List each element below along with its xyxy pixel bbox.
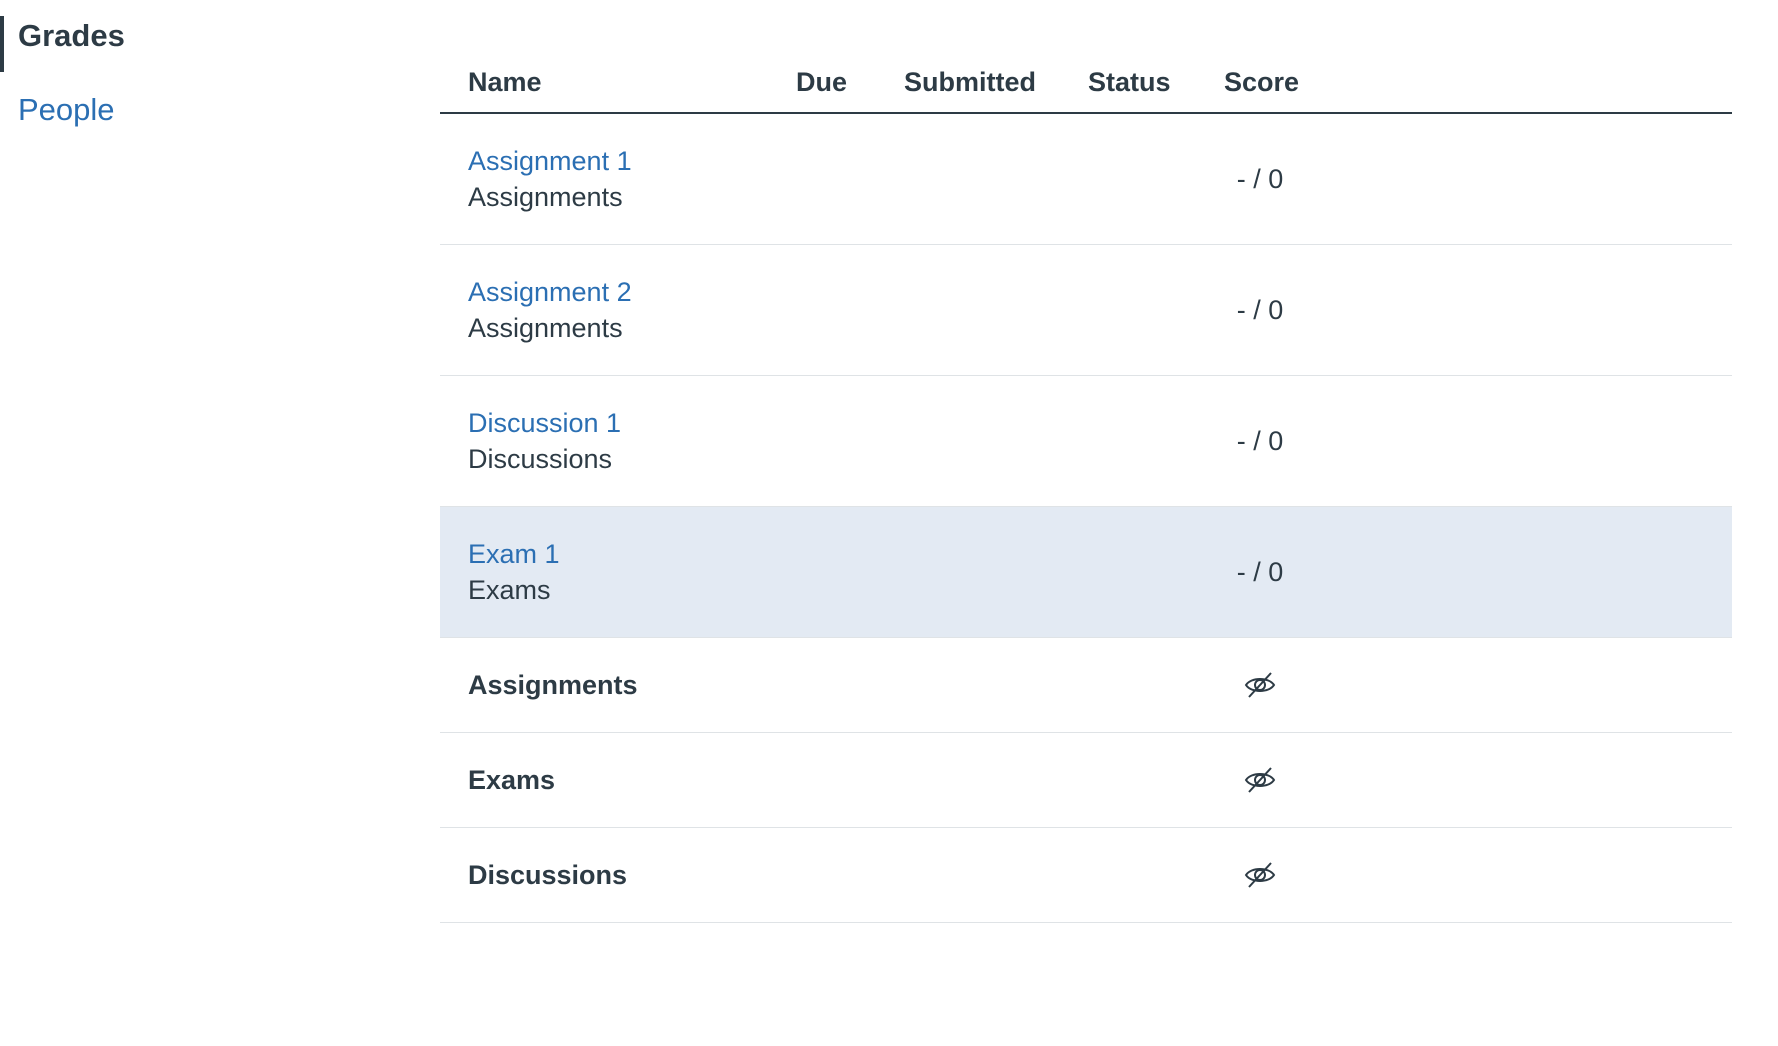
nav-item-people[interactable]: People [0,90,115,130]
assignment-link[interactable]: Assignment 2 [468,274,796,310]
empty-cell [796,637,904,733]
score-cell: - / 0 [1224,375,1732,507]
group-total-row: Discussions [440,827,1732,923]
score-value: - / 0 [1236,163,1284,194]
group-title: Assignments [468,669,638,700]
name-cell: Assignment 1 Assignments [440,113,796,245]
empty-cell [1088,732,1224,828]
assignment-link[interactable]: Exam 1 [468,536,796,572]
assignment-link[interactable]: Discussion 1 [468,405,796,441]
score-hidden [1224,765,1296,795]
submitted-cell [904,506,1088,638]
table-row: Assignment 1 Assignments - / 0 [440,113,1732,245]
assignment-category: Assignments [468,182,623,212]
table-header-row: Name Due Submitted Status Score [440,52,1732,114]
score-value: - / 0 [1236,294,1284,325]
empty-cell [796,732,904,828]
due-cell [796,375,904,507]
nav-item-grades[interactable]: Grades [0,16,125,72]
column-header-submitted: Submitted [904,52,1088,114]
column-header-name: Name [440,52,796,114]
column-header-due: Due [796,52,904,114]
group-title: Discussions [468,859,628,890]
score-cell: - / 0 [1224,244,1732,376]
assignment-link[interactable]: Assignment 1 [468,143,796,179]
status-cell [1088,244,1224,376]
score-cell: - / 0 [1224,506,1732,638]
eye-hidden-icon [1244,767,1276,793]
grades-table: Name Due Submitted Status Score Assignme… [440,52,1732,923]
eye-hidden-icon [1244,862,1276,888]
assignment-category: Assignments [468,313,623,343]
submitted-cell [904,375,1088,507]
table-row: Discussion 1 Discussions - / 0 [440,375,1732,507]
empty-cell [796,827,904,923]
name-cell: Discussion 1 Discussions [440,375,796,507]
empty-cell [904,732,1088,828]
due-cell [796,113,904,245]
score-cell: - / 0 [1224,113,1732,245]
status-cell [1088,375,1224,507]
group-score-cell [1224,637,1732,733]
group-score-cell [1224,732,1732,828]
status-cell [1088,506,1224,638]
status-cell [1088,113,1224,245]
due-cell [796,244,904,376]
eye-hidden-icon [1244,672,1276,698]
group-title: Exams [468,764,556,795]
score-value: - / 0 [1236,425,1284,456]
group-total-row: Exams [440,732,1732,828]
score-hidden [1224,670,1296,700]
column-header-score: Score [1224,52,1732,114]
score-value: - / 0 [1236,556,1284,587]
submitted-cell [904,244,1088,376]
name-cell: Assignment 2 Assignments [440,244,796,376]
empty-cell [904,827,1088,923]
submitted-cell [904,113,1088,245]
assignment-category: Discussions [468,444,613,474]
name-cell: Exam 1 Exams [440,506,796,638]
empty-cell [1088,827,1224,923]
score-hidden [1224,860,1296,890]
empty-cell [1088,637,1224,733]
group-name-cell: Assignments [440,637,796,733]
group-name-cell: Discussions [440,827,796,923]
group-name-cell: Exams [440,732,796,828]
group-score-cell [1224,827,1732,923]
column-header-status: Status [1088,52,1224,114]
table-row: Assignment 2 Assignments - / 0 [440,244,1732,376]
due-cell [796,506,904,638]
table-row: Exam 1 Exams - / 0 [440,506,1732,638]
empty-cell [904,637,1088,733]
group-total-row: Assignments [440,637,1732,733]
assignment-category: Exams [468,575,551,605]
